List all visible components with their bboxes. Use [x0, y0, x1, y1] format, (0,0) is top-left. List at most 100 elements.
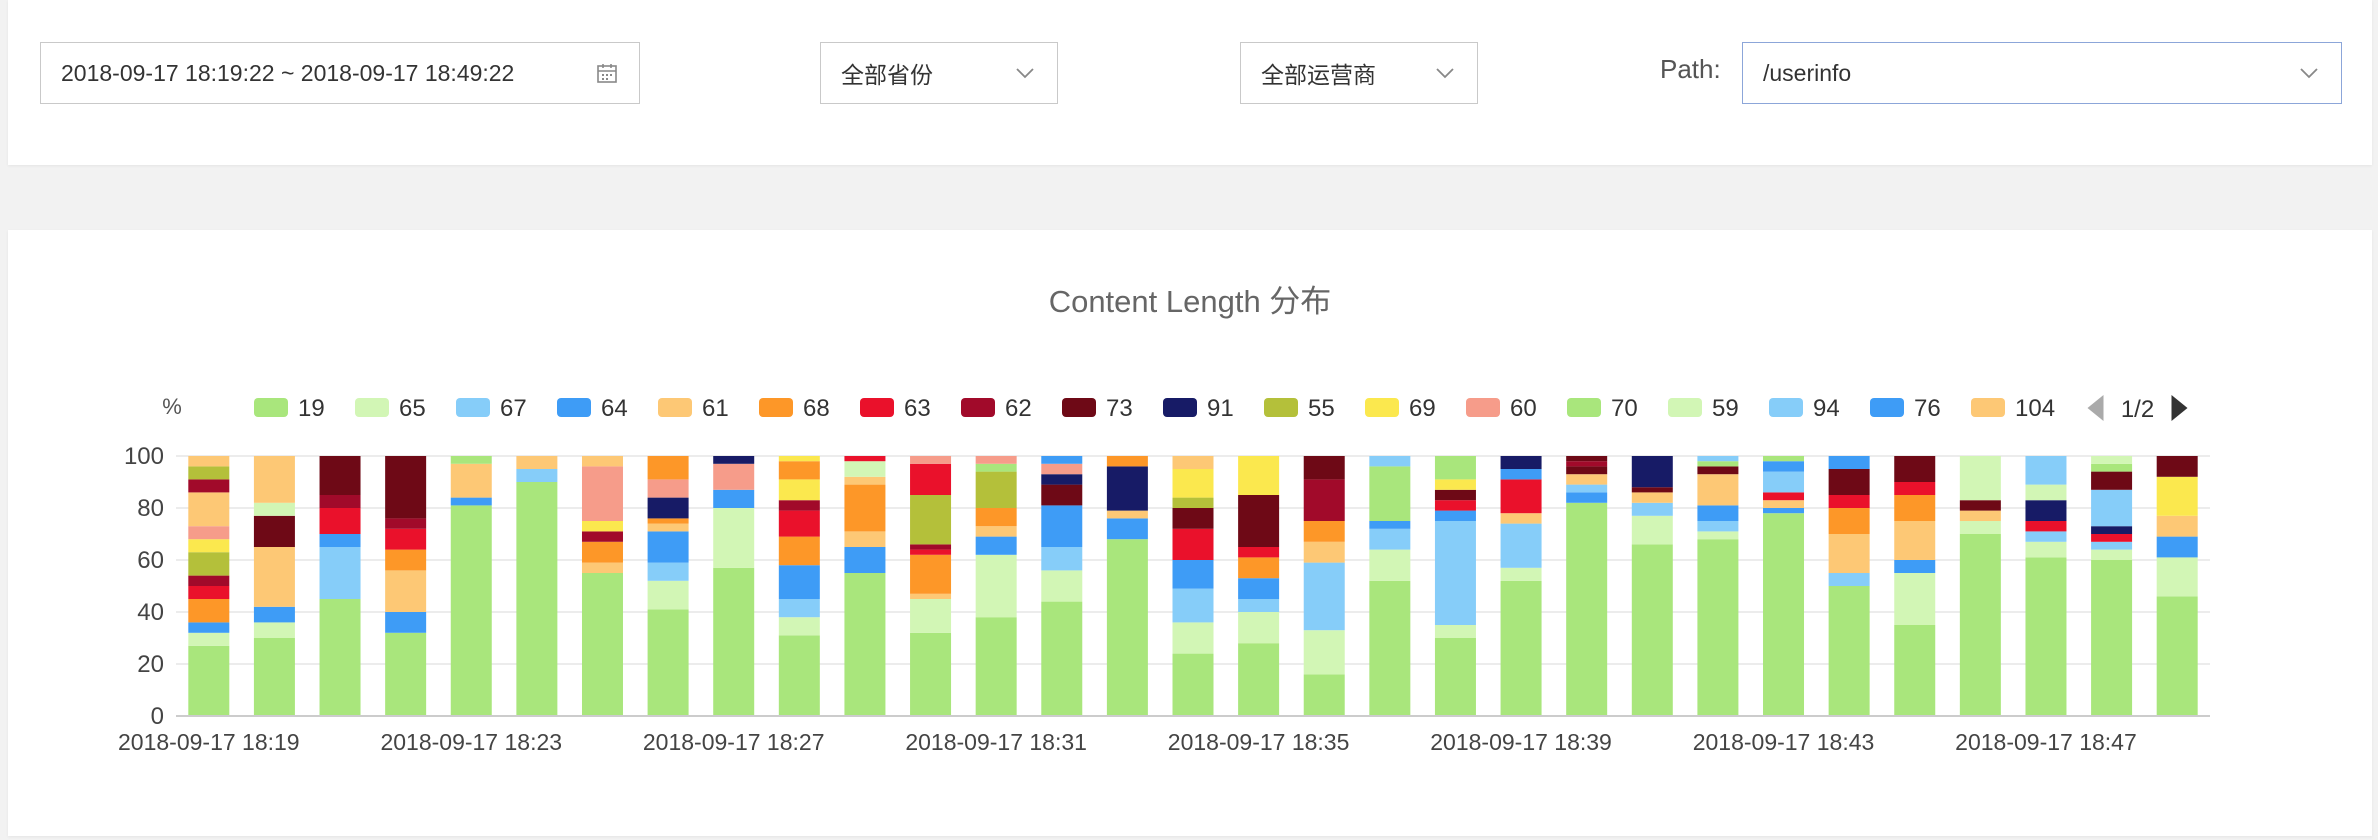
bar-segment-94[interactable] — [1369, 456, 1411, 467]
bar-segment-19[interactable] — [844, 573, 886, 716]
bar-segment-67[interactable] — [1566, 484, 1608, 493]
bar-segment-73[interactable] — [1697, 466, 1739, 475]
bar-segment-68[interactable] — [581, 541, 623, 563]
bar-segment-67[interactable] — [1369, 528, 1411, 550]
bar-segment-19[interactable] — [1238, 643, 1280, 716]
legend-item[interactable]: 60 — [1466, 395, 1537, 422]
bar-segment-65[interactable] — [844, 461, 886, 477]
bar-segment-63[interactable] — [1828, 495, 1870, 508]
bar-stack[interactable] — [1566, 456, 1608, 716]
bar-segment-19[interactable] — [450, 505, 492, 716]
bar-stack[interactable] — [1106, 456, 1148, 716]
bar-segment-19[interactable] — [188, 645, 230, 716]
bar-segment-64[interactable] — [975, 536, 1017, 555]
bar-segment-73[interactable] — [1238, 495, 1280, 547]
bar-segment-67[interactable] — [1763, 471, 1805, 493]
bar-segment-61[interactable] — [975, 526, 1017, 537]
bar-segment-19[interactable] — [319, 599, 361, 716]
bar-segment-65[interactable] — [713, 508, 755, 568]
bar-segment-63[interactable] — [844, 456, 886, 462]
bar-segment-65[interactable] — [647, 580, 689, 610]
bar-segment-69[interactable] — [1434, 479, 1476, 490]
bar-segment-61[interactable] — [188, 492, 230, 527]
bar-segment-19[interactable] — [1894, 625, 1936, 716]
bar-segment-67[interactable] — [1697, 521, 1739, 532]
bar-segment-67[interactable] — [2091, 541, 2133, 550]
bar-segment-65[interactable] — [2156, 557, 2198, 597]
bar-segment-63[interactable] — [778, 510, 820, 537]
bar-segment-65[interactable] — [188, 632, 230, 646]
legend-item[interactable]: 67 — [456, 395, 527, 422]
bar-segment-61[interactable] — [1763, 500, 1805, 508]
bar-segment-67[interactable] — [1303, 562, 1345, 631]
bar-segment-70[interactable] — [2091, 463, 2133, 472]
bar-segment-19[interactable] — [910, 632, 952, 716]
bar-segment-61[interactable] — [1631, 492, 1673, 503]
bar-segment-61[interactable] — [385, 570, 427, 612]
bar-stack[interactable] — [1434, 456, 1476, 716]
bar-segment-67[interactable] — [647, 562, 689, 581]
bar-segment-67[interactable] — [1828, 573, 1870, 586]
bar-segment-19[interactable] — [2091, 560, 2133, 716]
bar-segment-61[interactable] — [1172, 456, 1214, 469]
bar-segment-60[interactable] — [910, 456, 952, 464]
bar-segment-60[interactable] — [188, 526, 230, 540]
bar-segment-61[interactable] — [1959, 510, 2001, 521]
bar-segment-91[interactable] — [713, 456, 755, 464]
bar-segment-61[interactable] — [253, 547, 295, 607]
path-select[interactable]: /userinfo — [1742, 42, 2342, 104]
bar-stack[interactable] — [581, 456, 623, 716]
bar-stack[interactable] — [1828, 456, 1870, 716]
bar-stack[interactable] — [2025, 456, 2067, 716]
bar-segment-61[interactable] — [844, 476, 886, 485]
legend-item[interactable]: 65 — [355, 395, 426, 422]
bar-segment-62[interactable] — [581, 531, 623, 542]
bar-segment-64[interactable] — [1697, 505, 1739, 521]
bar-segment-61[interactable] — [2156, 515, 2198, 537]
bar-stack[interactable] — [1238, 456, 1280, 716]
bar-stack[interactable] — [647, 456, 689, 716]
bar-segment-69[interactable] — [2156, 476, 2198, 516]
legend-prev-icon[interactable] — [2087, 395, 2104, 421]
bar-segment-91[interactable] — [2091, 526, 2133, 534]
bar-segment-68[interactable] — [647, 456, 689, 480]
bar-segment-63[interactable] — [2091, 534, 2133, 542]
bar-segment-73[interactable] — [385, 456, 427, 519]
bar-segment-68[interactable] — [1303, 521, 1345, 542]
bar-segment-67[interactable] — [2091, 489, 2133, 527]
legend-item[interactable]: 63 — [860, 395, 931, 422]
bar-segment-64[interactable] — [1500, 469, 1542, 480]
bar-stack[interactable] — [778, 456, 820, 716]
bar-segment-19[interactable] — [1434, 638, 1476, 716]
bar-segment-69[interactable] — [778, 456, 820, 462]
bar-segment-73[interactable] — [2091, 471, 2133, 490]
bar-segment-19[interactable] — [975, 617, 1017, 716]
bar-segment-19[interactable] — [1828, 586, 1870, 716]
bar-segment-68[interactable] — [975, 508, 1017, 527]
bar-segment-67[interactable] — [1041, 547, 1083, 571]
bar-segment-65[interactable] — [778, 617, 820, 636]
bar-segment-73[interactable] — [1894, 456, 1936, 482]
bar-segment-65[interactable] — [1369, 549, 1411, 581]
bar-segment-19[interactable] — [1697, 539, 1739, 716]
bar-segment-62[interactable] — [778, 500, 820, 511]
bar-stack[interactable] — [450, 456, 492, 716]
bar-segment-63[interactable] — [1894, 482, 1936, 495]
bar-segment-64[interactable] — [253, 606, 295, 623]
bar-segment-67[interactable] — [2025, 531, 2067, 542]
bar-segment-65[interactable] — [1172, 622, 1214, 654]
bar-segment-63[interactable] — [1763, 492, 1805, 501]
bar-segment-91[interactable] — [1041, 474, 1083, 485]
bar-segment-55[interactable] — [975, 471, 1017, 508]
bar-segment-60[interactable] — [1041, 463, 1083, 475]
legend-item[interactable]: 69 — [1365, 395, 1436, 422]
bar-stack[interactable] — [516, 456, 558, 716]
bar-segment-91[interactable] — [1106, 466, 1148, 511]
bar-segment-19[interactable] — [253, 638, 295, 716]
bar-segment-64[interactable] — [1172, 560, 1214, 589]
bar-segment-68[interactable] — [910, 554, 952, 594]
bar-stack[interactable] — [385, 456, 427, 716]
bar-segment-73[interactable] — [1041, 484, 1083, 506]
bar-segment-19[interactable] — [385, 632, 427, 716]
bar-segment-64[interactable] — [778, 565, 820, 599]
